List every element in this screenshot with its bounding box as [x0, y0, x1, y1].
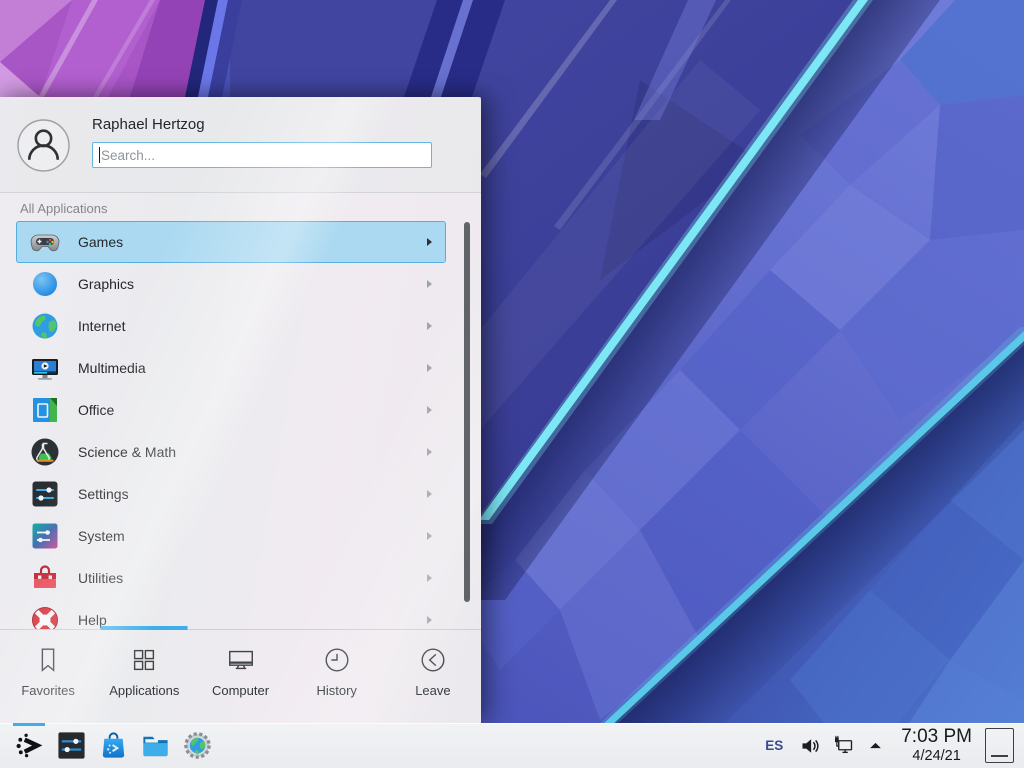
settings-icon: [29, 478, 61, 510]
globe-icon: [29, 310, 61, 342]
submenu-arrow-icon: [427, 406, 432, 414]
menu-item-multimedia[interactable]: Multimedia: [16, 347, 446, 389]
folder-icon: [140, 730, 171, 761]
taskbar-launchers: [8, 723, 218, 768]
multimedia-icon: [29, 352, 61, 384]
sphere-icon: [29, 268, 61, 300]
menu-item-office[interactable]: Office: [16, 389, 446, 431]
menu-item-graphics[interactable]: Graphics: [16, 263, 446, 305]
settings-dark-icon: [56, 730, 87, 761]
menu-item-label: Utilities: [78, 570, 123, 586]
utilities-icon: [29, 562, 61, 594]
menu-item-label: System: [78, 528, 125, 544]
menu-item-label: Science & Math: [78, 444, 176, 460]
menu-item-system[interactable]: System: [16, 515, 446, 557]
network-icon[interactable]: [832, 734, 856, 758]
menu-item-label: Office: [78, 402, 114, 418]
tab-label: Applications: [109, 683, 179, 698]
tab-label: Computer: [212, 683, 269, 698]
menu-item-internet[interactable]: Internet: [16, 305, 446, 347]
search-input[interactable]: [92, 142, 432, 168]
system-tray: ES 7:03 PM 4/24/21: [765, 723, 1016, 768]
scrollbar[interactable]: [464, 222, 470, 602]
submenu-arrow-icon: [427, 280, 432, 288]
menu-header: Raphael Hertzog: [0, 97, 481, 193]
leave-icon: [418, 645, 448, 675]
menu-item-help[interactable]: Help: [16, 599, 446, 629]
launcher-file-manager[interactable]: [134, 723, 176, 768]
menu-tab-bar: Favorites Applications Computer History Leav…: [0, 629, 481, 723]
discover-icon: [98, 730, 129, 761]
kali-icon: [14, 730, 45, 761]
submenu-arrow-icon: [427, 238, 432, 246]
help-icon: [29, 604, 61, 629]
menu-item-list: Games Graphics Internet Multimedia Office Sci…: [0, 221, 481, 629]
tab-history[interactable]: History: [289, 630, 385, 723]
gamepad-icon: [29, 226, 61, 258]
menu-item-utilities[interactable]: Utilities: [16, 557, 446, 599]
tab-computer[interactable]: Computer: [192, 630, 288, 723]
tab-applications[interactable]: Applications: [96, 630, 192, 723]
tab-label: Favorites: [21, 683, 74, 698]
digital-clock[interactable]: 7:03 PM 4/24/21: [901, 727, 972, 764]
keyboard-layout-indicator[interactable]: ES: [765, 738, 783, 753]
user-name: Raphael Hertzog: [92, 116, 465, 133]
launcher-app-launcher[interactable]: [8, 723, 50, 768]
menu-item-label: Games: [78, 234, 123, 250]
tab-label: Leave: [415, 683, 450, 698]
science-icon: [29, 436, 61, 468]
volume-icon[interactable]: [798, 734, 822, 758]
search-box: [92, 142, 432, 168]
submenu-arrow-icon: [427, 364, 432, 372]
menu-item-settings[interactable]: Settings: [16, 473, 446, 515]
menu-item-label: Settings: [78, 486, 129, 502]
tray-icons: [798, 734, 895, 758]
application-launcher-menu: Raphael Hertzog All Applications Games Gr…: [0, 97, 481, 723]
submenu-arrow-icon: [427, 616, 432, 624]
tab-favorites[interactable]: Favorites: [0, 630, 96, 723]
submenu-arrow-icon: [427, 448, 432, 456]
user-avatar-icon[interactable]: [17, 119, 70, 172]
tab-leave[interactable]: Leave: [385, 630, 481, 723]
system-icon: [29, 520, 61, 552]
show-desktop-button[interactable]: [985, 728, 1014, 763]
launcher-software-center[interactable]: [92, 723, 134, 768]
desktop: Raphael Hertzog All Applications Games Gr…: [0, 0, 1024, 768]
submenu-arrow-icon: [427, 490, 432, 498]
launcher-system-settings[interactable]: [50, 723, 92, 768]
submenu-arrow-icon: [427, 532, 432, 540]
expand-tray-icon[interactable]: [866, 736, 885, 755]
launcher-web-browser[interactable]: [176, 723, 218, 768]
computer-icon: [226, 645, 256, 675]
clock-time: 7:03 PM: [901, 727, 972, 746]
taskbar: ES 7:03 PM 4/24/21: [0, 723, 1024, 768]
applications-icon: [129, 645, 159, 675]
clock-date: 4/24/21: [901, 749, 972, 764]
submenu-arrow-icon: [427, 574, 432, 582]
office-icon: [29, 394, 61, 426]
globe-gear-icon: [182, 730, 213, 761]
history-icon: [322, 645, 352, 675]
menu-item-label: Graphics: [78, 276, 134, 292]
section-label: All Applications: [20, 199, 481, 218]
text-caret: [99, 147, 100, 163]
submenu-arrow-icon: [427, 322, 432, 330]
menu-item-science-math[interactable]: Science & Math: [16, 431, 446, 473]
favorites-icon: [33, 645, 63, 675]
menu-item-label: Multimedia: [78, 360, 146, 376]
menu-item-games[interactable]: Games: [16, 221, 446, 263]
tab-label: History: [316, 683, 356, 698]
menu-item-label: Internet: [78, 318, 125, 334]
